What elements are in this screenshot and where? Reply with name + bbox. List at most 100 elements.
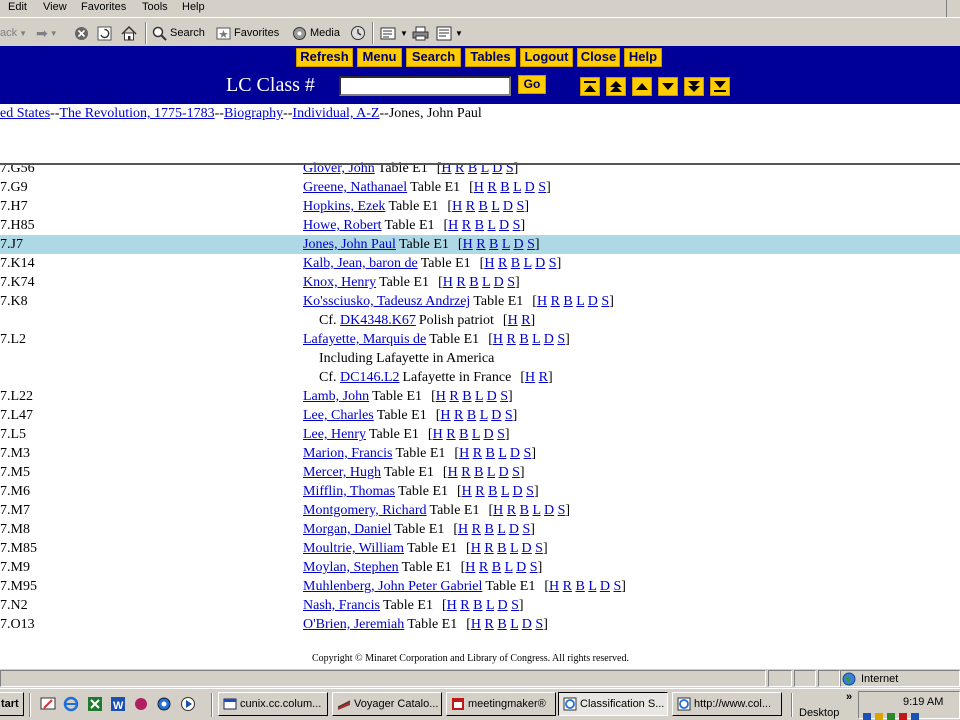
- heading-link[interactable]: Jones, John Paul: [303, 237, 396, 252]
- heading-link[interactable]: Moultrie, William: [303, 541, 404, 556]
- media-player-icon[interactable]: [180, 696, 196, 712]
- record-link[interactable]: R: [521, 313, 530, 328]
- page-up-button[interactable]: [606, 77, 626, 96]
- heading-link[interactable]: Nash, Francis: [303, 598, 380, 613]
- heading-link[interactable]: Lamb, John: [303, 389, 369, 404]
- record-link[interactable]: D: [497, 598, 507, 613]
- record-link[interactable]: R: [551, 294, 560, 309]
- tray-icons[interactable]: [863, 712, 923, 720]
- record-link[interactable]: S: [535, 541, 543, 556]
- task-meetingmaker[interactable]: meetingmaker®: [446, 692, 556, 716]
- heading-link[interactable]: Howe, Robert: [303, 218, 382, 233]
- record-link[interactable]: R: [456, 275, 465, 290]
- record-link[interactable]: D: [499, 218, 509, 233]
- record-link[interactable]: B: [488, 484, 497, 499]
- heading-link[interactable]: Marion, Francis: [303, 446, 392, 461]
- record-link[interactable]: B: [519, 332, 528, 347]
- record-link[interactable]: B: [486, 446, 495, 461]
- heading-link[interactable]: Muhlenberg, John Peter Gabriel: [303, 579, 482, 594]
- chevron-right-icon[interactable]: »: [846, 691, 852, 703]
- record-link[interactable]: D: [491, 408, 501, 423]
- tables-nav-button[interactable]: Tables: [465, 48, 516, 67]
- record-link[interactable]: L: [472, 427, 480, 442]
- record-link[interactable]: L: [510, 617, 518, 632]
- outlook-icon[interactable]: [156, 696, 172, 712]
- breadcrumb-link[interactable]: The Revolution, 1775-1783: [59, 106, 214, 121]
- record-link[interactable]: R: [475, 484, 484, 499]
- record-link[interactable]: B: [474, 465, 483, 480]
- page-down-button[interactable]: [684, 77, 704, 96]
- record-link[interactable]: B: [479, 199, 488, 214]
- record-link[interactable]: L: [480, 408, 488, 423]
- breadcrumb-link[interactable]: ed States: [0, 106, 50, 121]
- task-http[interactable]: http://www.col...: [672, 692, 782, 716]
- heading-link[interactable]: Moylan, Stephen: [303, 560, 399, 575]
- record-link[interactable]: H: [508, 313, 518, 328]
- record-link[interactable]: R: [446, 427, 455, 442]
- menu-view[interactable]: View: [43, 0, 67, 14]
- record-link[interactable]: H: [459, 446, 469, 461]
- record-link[interactable]: L: [486, 598, 494, 613]
- ie-icon[interactable]: [63, 696, 79, 712]
- edit-button[interactable]: ▼: [436, 24, 463, 42]
- record-link[interactable]: R: [466, 199, 475, 214]
- search-button[interactable]: Search: [152, 24, 205, 42]
- down-button[interactable]: [658, 77, 678, 96]
- first-button[interactable]: [580, 77, 600, 96]
- clock[interactable]: 9:19 AM: [903, 696, 943, 708]
- heading-link[interactable]: Lafayette, Marquis de: [303, 332, 426, 347]
- record-link[interactable]: H: [433, 427, 443, 442]
- heading-link[interactable]: DK4348.K67: [340, 313, 416, 328]
- refresh-nav-button[interactable]: Refresh: [296, 48, 353, 67]
- record-link[interactable]: H: [484, 256, 494, 271]
- desktop-toolbar-label[interactable]: Desktop: [799, 707, 839, 719]
- heading-link[interactable]: Montgomery, Richard: [303, 503, 427, 518]
- record-link[interactable]: L: [491, 199, 499, 214]
- heading-link[interactable]: Hopkins, Ezek: [303, 199, 385, 214]
- record-link[interactable]: L: [532, 332, 540, 347]
- heading-link[interactable]: Mifflin, Thomas: [303, 484, 395, 499]
- record-link[interactable]: R: [449, 389, 458, 404]
- record-link[interactable]: L: [505, 560, 513, 575]
- record-link[interactable]: L: [487, 218, 495, 233]
- record-link[interactable]: B: [459, 427, 468, 442]
- record-link[interactable]: R: [460, 598, 469, 613]
- record-link[interactable]: H: [462, 484, 472, 499]
- record-link[interactable]: D: [509, 522, 519, 537]
- start-button[interactable]: tart: [0, 692, 24, 716]
- record-link[interactable]: L: [510, 541, 518, 556]
- last-button[interactable]: [710, 77, 730, 96]
- menu-edit[interactable]: Edit: [8, 0, 27, 14]
- record-link[interactable]: R: [506, 332, 515, 347]
- record-link[interactable]: S: [505, 408, 513, 423]
- back-button[interactable]: ack ▼: [0, 24, 27, 42]
- favorites-button[interactable]: Favorites: [216, 24, 279, 42]
- task-voyager[interactable]: Voyager Catalo...: [332, 692, 442, 716]
- record-link[interactable]: B: [575, 579, 584, 594]
- record-link[interactable]: R: [563, 579, 572, 594]
- record-link[interactable]: R: [462, 218, 471, 233]
- record-link[interactable]: D: [588, 294, 598, 309]
- record-link[interactable]: B: [467, 408, 476, 423]
- record-link[interactable]: B: [462, 389, 471, 404]
- history-button[interactable]: [350, 24, 366, 42]
- help-nav-button[interactable]: Help: [624, 48, 662, 67]
- record-link[interactable]: R: [454, 408, 463, 423]
- heading-link[interactable]: Lee, Henry: [303, 427, 366, 442]
- heading-link[interactable]: Knox, Henry: [303, 275, 376, 290]
- record-link[interactable]: S: [557, 332, 565, 347]
- record-link[interactable]: H: [443, 275, 453, 290]
- menu-tools[interactable]: Tools: [142, 0, 168, 14]
- record-link[interactable]: D: [487, 389, 497, 404]
- record-link[interactable]: D: [498, 465, 508, 480]
- up-button[interactable]: [632, 77, 652, 96]
- heading-link[interactable]: Morgan, Daniel: [303, 522, 391, 537]
- record-link[interactable]: L: [513, 180, 521, 195]
- record-link[interactable]: L: [487, 465, 495, 480]
- record-link[interactable]: D: [525, 180, 535, 195]
- forward-button[interactable]: ➡ ▼: [36, 24, 58, 42]
- record-link[interactable]: S: [497, 427, 505, 442]
- record-link[interactable]: S: [512, 465, 520, 480]
- record-link[interactable]: D: [510, 446, 520, 461]
- record-link[interactable]: R: [476, 237, 485, 252]
